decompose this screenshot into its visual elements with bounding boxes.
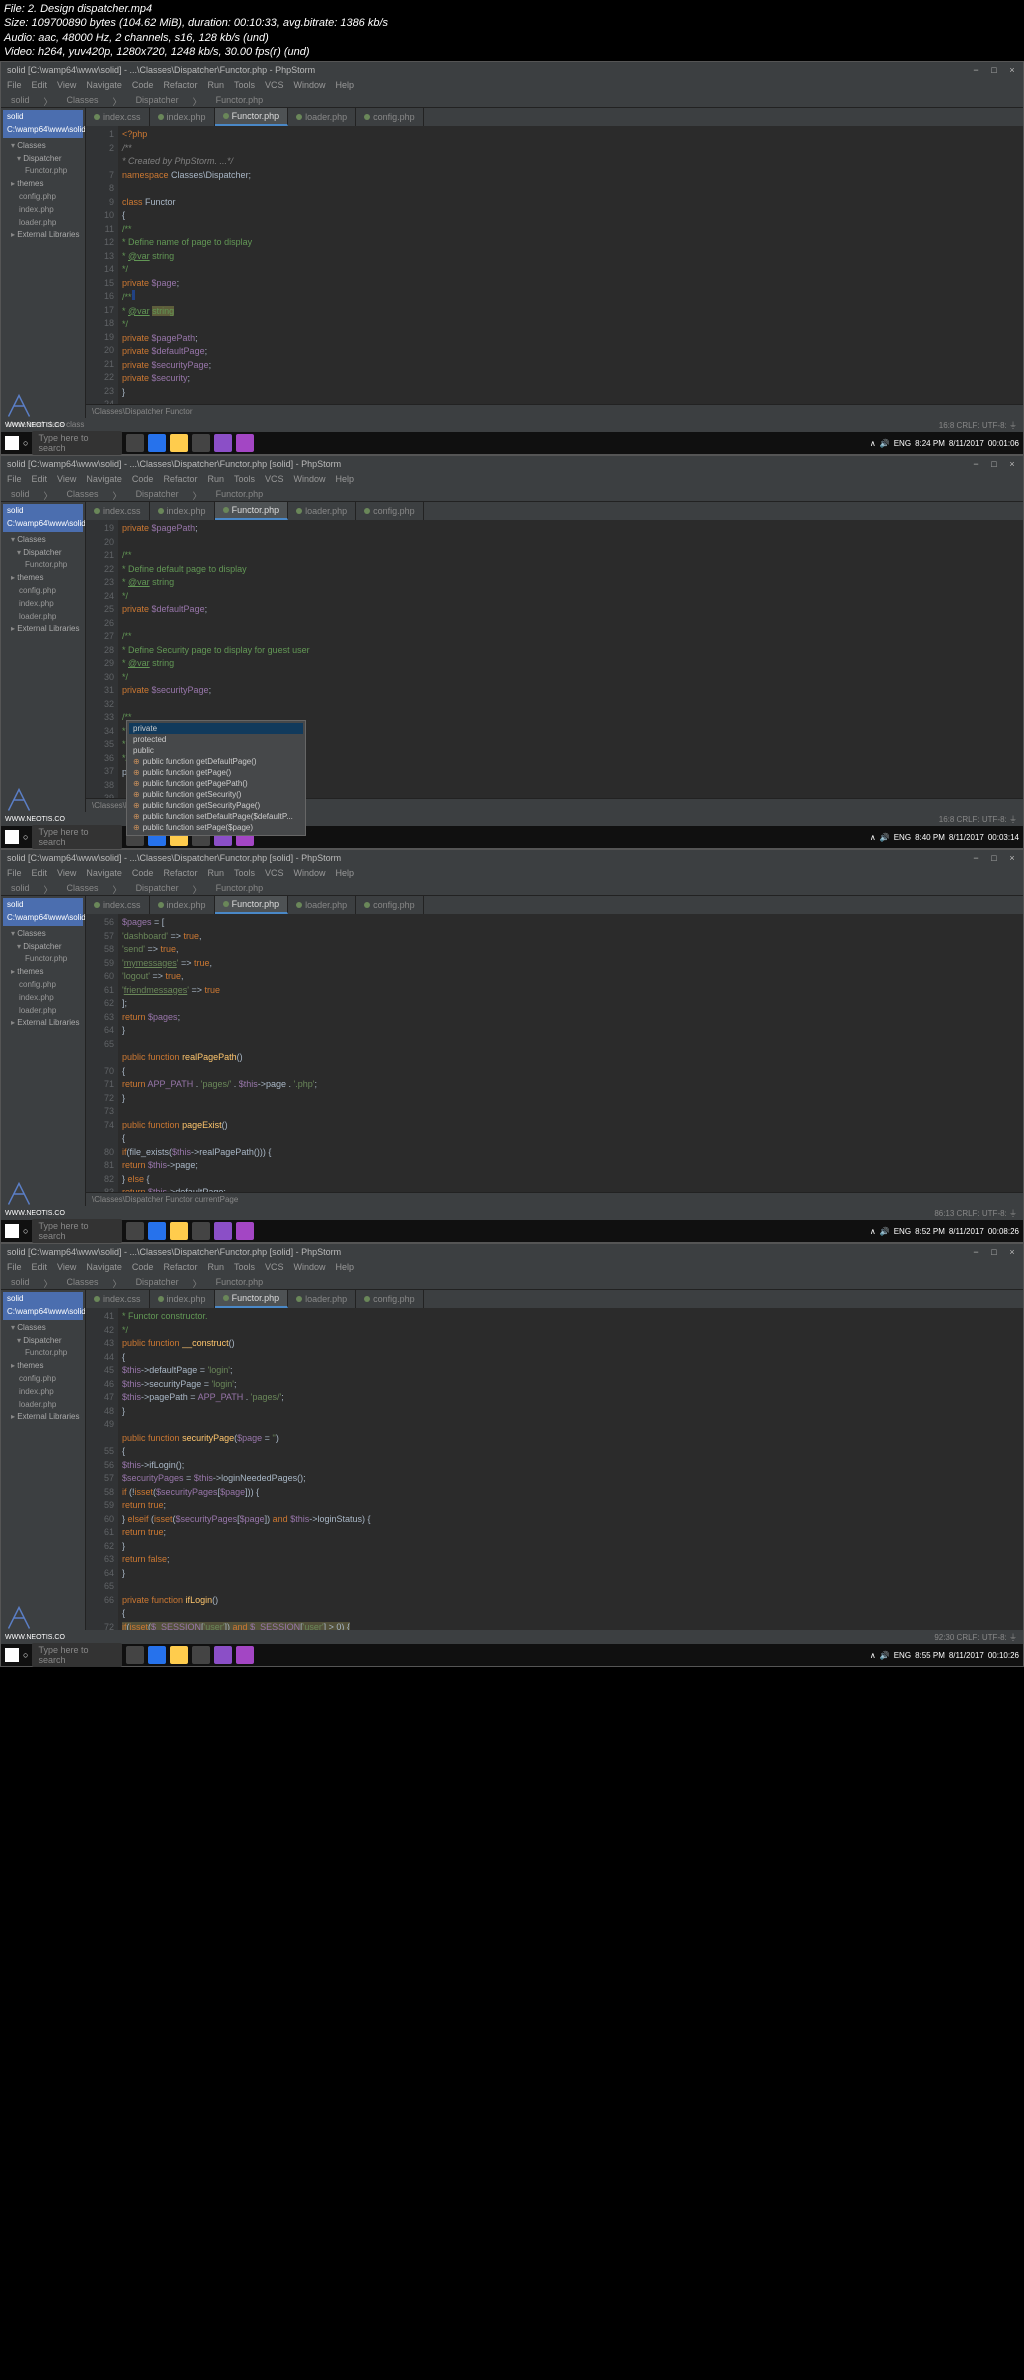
popup-getdefault: ⊕public function getDefaultPage() [129,756,303,767]
screenshot-4: solid [C:\wamp64\www\solid] - ...\Classe… [0,1243,1024,1667]
project-sidebar[interactable]: solid C:\wamp64\www\solid Classes Dispat… [1,502,86,812]
project-sidebar[interactable]: solid C:\wamp64\www\solid Classes Dispat… [1,1290,86,1630]
popup-private: private [129,723,303,734]
neotis-logo: WWW.NEOTIS.CO [5,392,65,429]
editor-breadcrumb[interactable]: \Classes\Dispatcher Functor [86,404,1023,418]
screenshot-3: solid [C:\wamp64\www\solid] - ...\Classe… [0,849,1024,1243]
taskbar-search: Type here to search [32,431,122,455]
line-gutter: 1278910111213141516171819202122232425 [86,126,118,404]
menubar[interactable]: FileEditViewNavigateCodeRefactorRunTools… [1,472,1023,486]
code-editor[interactable]: 4142434445464748495556575859606162636465… [86,1308,1023,1630]
editor-tabs[interactable]: index.css index.php Functor.php loader.p… [86,502,1023,520]
tree-themes: themes [3,178,83,191]
editor-tabs[interactable]: index.css index.php Functor.php loader.p… [86,1290,1023,1308]
editor-tabs[interactable]: index.css index.php Functor.php loader.p… [86,896,1023,914]
video-metadata: File: 2. Design dispatcher.mp4 Size: 109… [0,0,1024,61]
windows-taskbar[interactable]: ○Type here to search ∧🔊ENG8:52 PM8/11/20… [1,1220,1023,1242]
popup-protected: protected [129,734,303,745]
phpstorm-icon [236,434,254,452]
editor-panel: index.css index.php Functor.php loader.p… [86,108,1023,418]
window-titlebar: solid [C:\wamp64\www\solid] - ...\Classe… [1,62,1023,78]
screenshot-1: solid [C:\wamp64\www\solid] - ...\Classe… [0,61,1024,455]
breadcrumb-toolbar[interactable]: solid〉Classes〉Dispatcher〉Functor.php [1,92,1023,108]
start-button [5,436,19,450]
tree-index: index.php [3,204,83,217]
edge-icon [148,434,166,452]
screenshot-2: solid [C:\wamp64\www\solid] - ...\Classe… [0,455,1024,849]
app-icon [214,434,232,452]
editor-tabs[interactable]: index.css index.php Functor.php loader.p… [86,108,1023,126]
project-sidebar[interactable]: solid C:\wamp64\www\solid Classes Dispat… [1,108,86,418]
code-lines[interactable]: <?php /** * Created by PhpStorm. ...*/ n… [118,126,1023,404]
tab-config: config.php [356,108,424,126]
menubar[interactable]: FileEditViewNavigateCodeRefactorRunTools… [1,78,1023,92]
explorer-icon [170,434,188,452]
statusbar: Undefined class class16:8 CRLF: UTF-8: ⏚ [1,418,1023,432]
cortana-icon: ○ [23,438,28,448]
tab-index-php: index.php [150,108,215,126]
taskview-icon [126,434,144,452]
project-sidebar[interactable]: solid C:\wamp64\www\solid Classes Dispat… [1,896,86,1206]
tab-loader: loader.php [288,108,356,126]
autocomplete-popup[interactable]: private protected public ⊕public functio… [126,720,306,836]
tree-functor: Functor.php [3,165,83,178]
tree-dispatcher: Dispatcher [3,153,83,166]
store-icon [192,434,210,452]
tab-functor: Functor.php [215,108,289,126]
tree-loader: loader.php [3,217,83,230]
popup-public: public [129,745,303,756]
tree-config: config.php [3,191,83,204]
tree-classes: Classes [3,140,83,153]
tab-index-css: index.css [86,108,150,126]
menubar[interactable]: FileEditViewNavigateCodeRefactorRunTools… [1,1260,1023,1274]
code-editor[interactable]: 5657585960616263646570717273748081828384… [86,914,1023,1192]
system-tray: ∧🔊ENG8:24 PM8/11/201700:01:06 [870,439,1019,448]
windows-taskbar[interactable]: ○ Type here to search ∧🔊ENG8:24 PM8/11/2… [1,432,1023,454]
windows-taskbar[interactable]: ○Type here to search ∧🔊ENG8:55 PM8/11/20… [1,1644,1023,1666]
code-editor[interactable]: 1278910111213141516171819202122232425 <?… [86,126,1023,404]
project-root: solid C:\wamp64\www\solid [3,110,83,138]
tree-extlib: External Libraries [3,229,83,242]
window-controls[interactable]: −□× [971,65,1017,75]
menubar[interactable]: FileEditViewNavigateCodeRefactorRunTools… [1,866,1023,880]
